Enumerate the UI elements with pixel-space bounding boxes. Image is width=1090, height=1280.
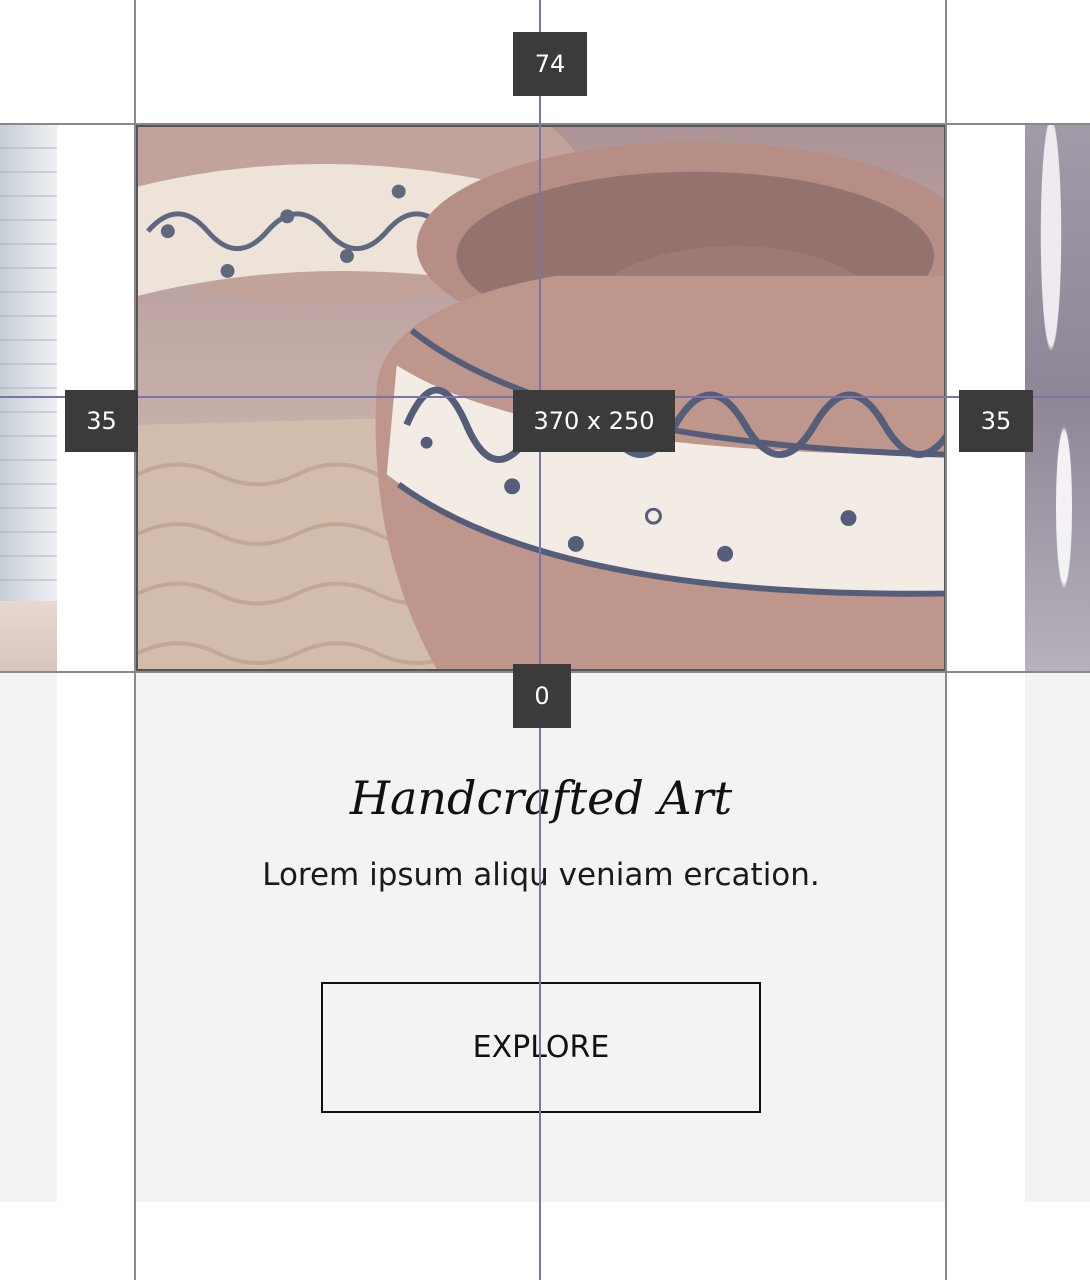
guide-line-right <box>945 0 947 1280</box>
guide-line-left <box>134 0 136 1280</box>
card-title: Handcrafted Art <box>349 771 733 825</box>
card-image-left <box>0 125 57 671</box>
image-size-badge: 370 x 250 <box>513 390 675 452</box>
guide-line-top <box>0 123 1090 125</box>
right-spacing-badge: 35 <box>959 390 1033 452</box>
bottom-spacing-badge: 0 <box>513 664 571 728</box>
carousel-card-right[interactable] <box>1025 125 1090 1202</box>
explore-button[interactable]: EXPLORE <box>321 982 761 1113</box>
card-image-right <box>1025 125 1090 671</box>
carousel-card-left[interactable] <box>0 125 57 1202</box>
left-spacing-badge: 35 <box>65 390 138 452</box>
center-axis-vertical <box>539 0 541 1280</box>
card-description: Lorem ipsum aliqu veniam ercation. <box>262 857 820 893</box>
top-spacing-badge: 74 <box>513 32 587 96</box>
